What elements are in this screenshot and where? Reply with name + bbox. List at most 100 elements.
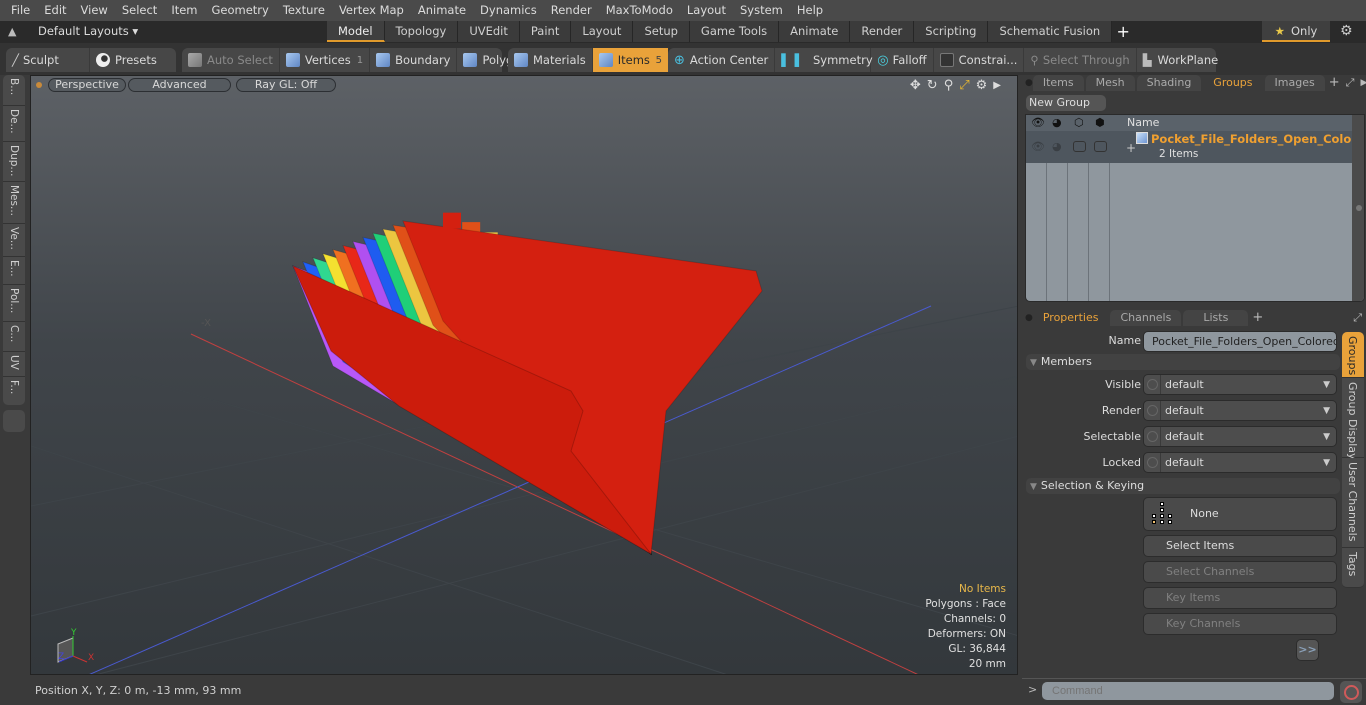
selectable-column-icon[interactable]: ⬡ bbox=[1074, 116, 1084, 129]
collapse-up-icon[interactable]: ▲ bbox=[8, 25, 20, 39]
visibility-column-icon[interactable]: 👁 bbox=[1031, 116, 1045, 129]
menu-vertex-map[interactable]: Vertex Map bbox=[332, 0, 411, 21]
symmetry-button[interactable]: ▌▐ Symmetry bbox=[775, 48, 873, 72]
sculpt-button[interactable]: ╱ Sculpt bbox=[6, 48, 90, 72]
group-list-scrollbar[interactable] bbox=[1352, 115, 1364, 301]
locked-dropdown[interactable]: default ▼ bbox=[1143, 452, 1337, 473]
menu-maxtomodo[interactable]: MaxToModo bbox=[599, 0, 680, 21]
tab-render[interactable]: Render bbox=[850, 21, 915, 42]
tab-uvedit[interactable]: UVEdit bbox=[458, 21, 520, 42]
name-column-header[interactable]: Name bbox=[1127, 116, 1159, 129]
gear-icon[interactable]: ⚙ bbox=[1340, 23, 1353, 39]
new-group-button[interactable]: New Group bbox=[1026, 95, 1106, 111]
tab-paint[interactable]: Paint bbox=[519, 21, 572, 42]
visibility-toggle-icon[interactable]: 👁 bbox=[1031, 140, 1045, 153]
group-row[interactable]: 👁 ◕ + Pocket_File_Folders_Open_Colo ... … bbox=[1026, 131, 1364, 163]
tab-properties[interactable]: Properties bbox=[1032, 310, 1109, 326]
left-tab-5[interactable]: E... bbox=[3, 257, 25, 285]
add-tab-icon[interactable]: + bbox=[1329, 75, 1340, 91]
left-tab-3[interactable]: Mes... bbox=[3, 182, 25, 224]
tab-game-tools[interactable]: Game Tools bbox=[689, 21, 780, 42]
vertices-button[interactable]: Vertices 1 bbox=[280, 48, 371, 72]
tab-mesh[interactable]: Mesh ... bbox=[1085, 75, 1135, 105]
lock-toggle[interactable] bbox=[1094, 141, 1107, 152]
menu-select[interactable]: Select bbox=[115, 0, 164, 21]
panel-arrow-icon[interactable]: ▶ bbox=[1360, 75, 1366, 91]
panel-menu-dot[interactable]: ● bbox=[1022, 75, 1033, 91]
auto-select-button[interactable]: Auto Select bbox=[182, 48, 280, 72]
render-dropdown[interactable]: default ▼ bbox=[1143, 400, 1337, 421]
selectable-toggle[interactable] bbox=[1073, 141, 1086, 152]
add-tab-button[interactable]: + bbox=[1112, 21, 1134, 43]
menu-dynamics[interactable]: Dynamics bbox=[473, 0, 544, 21]
tab-schematic-fusion[interactable]: Schematic Fusion bbox=[988, 21, 1113, 42]
left-tab-8[interactable]: UV bbox=[3, 352, 25, 377]
scroll-handle[interactable] bbox=[1356, 205, 1362, 211]
falloff-button[interactable]: ◎ Falloff bbox=[871, 48, 934, 72]
tab-setup[interactable]: Setup bbox=[633, 21, 690, 42]
members-section[interactable]: ▼ Members bbox=[1026, 354, 1340, 370]
presets-button[interactable]: Presets bbox=[90, 48, 163, 72]
command-input[interactable] bbox=[1042, 682, 1334, 700]
tab-groups[interactable]: Groups bbox=[1203, 75, 1263, 91]
left-tab-2[interactable]: Dup... bbox=[3, 142, 25, 182]
selection-set-button[interactable]: None bbox=[1143, 497, 1337, 531]
workplane-button[interactable]: ▙ WorkPlane bbox=[1137, 48, 1225, 72]
left-tab-0[interactable]: B... bbox=[3, 75, 25, 106]
expand-icon[interactable]: + bbox=[1126, 141, 1136, 155]
left-tab-4[interactable]: Ve... bbox=[3, 224, 25, 257]
select-items-button[interactable]: Select Items bbox=[1143, 535, 1337, 557]
name-field[interactable]: Pocket_File_Folders_Open_Colored (4 bbox=[1143, 331, 1337, 352]
key-channels-button[interactable]: Key Channels bbox=[1143, 613, 1337, 635]
side-tab-groups[interactable]: Groups bbox=[1342, 332, 1364, 378]
tab-channels[interactable]: Channels bbox=[1110, 310, 1182, 326]
menu-view[interactable]: View bbox=[74, 0, 115, 21]
maximize-panel-icon[interactable]: ⤢ bbox=[1353, 310, 1362, 326]
3d-viewport[interactable]: Perspective Advanced Ray GL: Off ✥ ↻ ⚲ ⤢… bbox=[30, 75, 1018, 675]
tab-scripting[interactable]: Scripting bbox=[914, 21, 989, 42]
menu-render[interactable]: Render bbox=[544, 0, 599, 21]
select-through-button[interactable]: ⚲ Select Through bbox=[1024, 48, 1137, 72]
tab-animate[interactable]: Animate bbox=[779, 21, 851, 42]
side-tab-tags[interactable]: Tags bbox=[1342, 548, 1364, 588]
left-tab-6[interactable]: Pol... bbox=[3, 285, 25, 322]
menu-file[interactable]: File bbox=[4, 0, 37, 21]
menu-item[interactable]: Item bbox=[164, 0, 204, 21]
left-tab-1[interactable]: De... bbox=[3, 106, 25, 142]
select-channels-button[interactable]: Select Channels bbox=[1143, 561, 1337, 583]
menu-geometry[interactable]: Geometry bbox=[205, 0, 276, 21]
render-column-icon[interactable]: ◕ bbox=[1052, 116, 1062, 129]
visible-dropdown[interactable]: default ▼ bbox=[1143, 374, 1337, 395]
left-tab-7[interactable]: C... bbox=[3, 322, 25, 352]
maximize-panel-icon[interactable]: ⤢ bbox=[1346, 75, 1355, 91]
tab-items[interactable]: Items bbox=[1032, 75, 1084, 91]
key-items-button[interactable]: Key Items bbox=[1143, 587, 1337, 609]
menu-help[interactable]: Help bbox=[790, 0, 830, 21]
constraints-button[interactable]: Constrai... bbox=[934, 48, 1025, 72]
layout-selector[interactable]: Default Layouts ▾ bbox=[38, 24, 138, 38]
only-toggle[interactable]: ★ Only bbox=[1262, 21, 1330, 42]
add-tab-icon[interactable]: + bbox=[1252, 310, 1263, 326]
menu-layout[interactable]: Layout bbox=[680, 0, 733, 21]
materials-button[interactable]: Materials bbox=[508, 48, 593, 72]
render-toggle-icon[interactable]: ◕ bbox=[1052, 140, 1062, 153]
left-panel-toggle[interactable] bbox=[3, 410, 25, 432]
left-tab-9[interactable]: F... bbox=[3, 377, 25, 405]
menu-texture[interactable]: Texture bbox=[276, 0, 332, 21]
panel-menu-dot[interactable]: ● bbox=[1022, 310, 1033, 326]
action-center-button[interactable]: ⊕ Action Center bbox=[668, 48, 776, 72]
more-button[interactable]: >> bbox=[1296, 639, 1319, 661]
tab-model[interactable]: Model bbox=[327, 21, 385, 42]
selectable-dropdown[interactable]: default ▼ bbox=[1143, 426, 1337, 447]
items-button[interactable]: Items 5 bbox=[592, 48, 668, 72]
lock-column-icon[interactable]: ⬢ bbox=[1095, 116, 1105, 129]
tab-topology[interactable]: Topology bbox=[384, 21, 459, 42]
record-macro-button[interactable] bbox=[1340, 681, 1362, 703]
selection-keying-section[interactable]: ▼ Selection & Keying bbox=[1026, 478, 1340, 494]
side-tab-group-display[interactable]: Group Display bbox=[1342, 378, 1364, 460]
tab-layout[interactable]: Layout bbox=[571, 21, 634, 42]
tab-shading[interactable]: Shading bbox=[1136, 75, 1202, 91]
tab-images[interactable]: Images bbox=[1264, 75, 1325, 91]
tab-lists[interactable]: Lists bbox=[1183, 310, 1249, 326]
menu-edit[interactable]: Edit bbox=[37, 0, 73, 21]
